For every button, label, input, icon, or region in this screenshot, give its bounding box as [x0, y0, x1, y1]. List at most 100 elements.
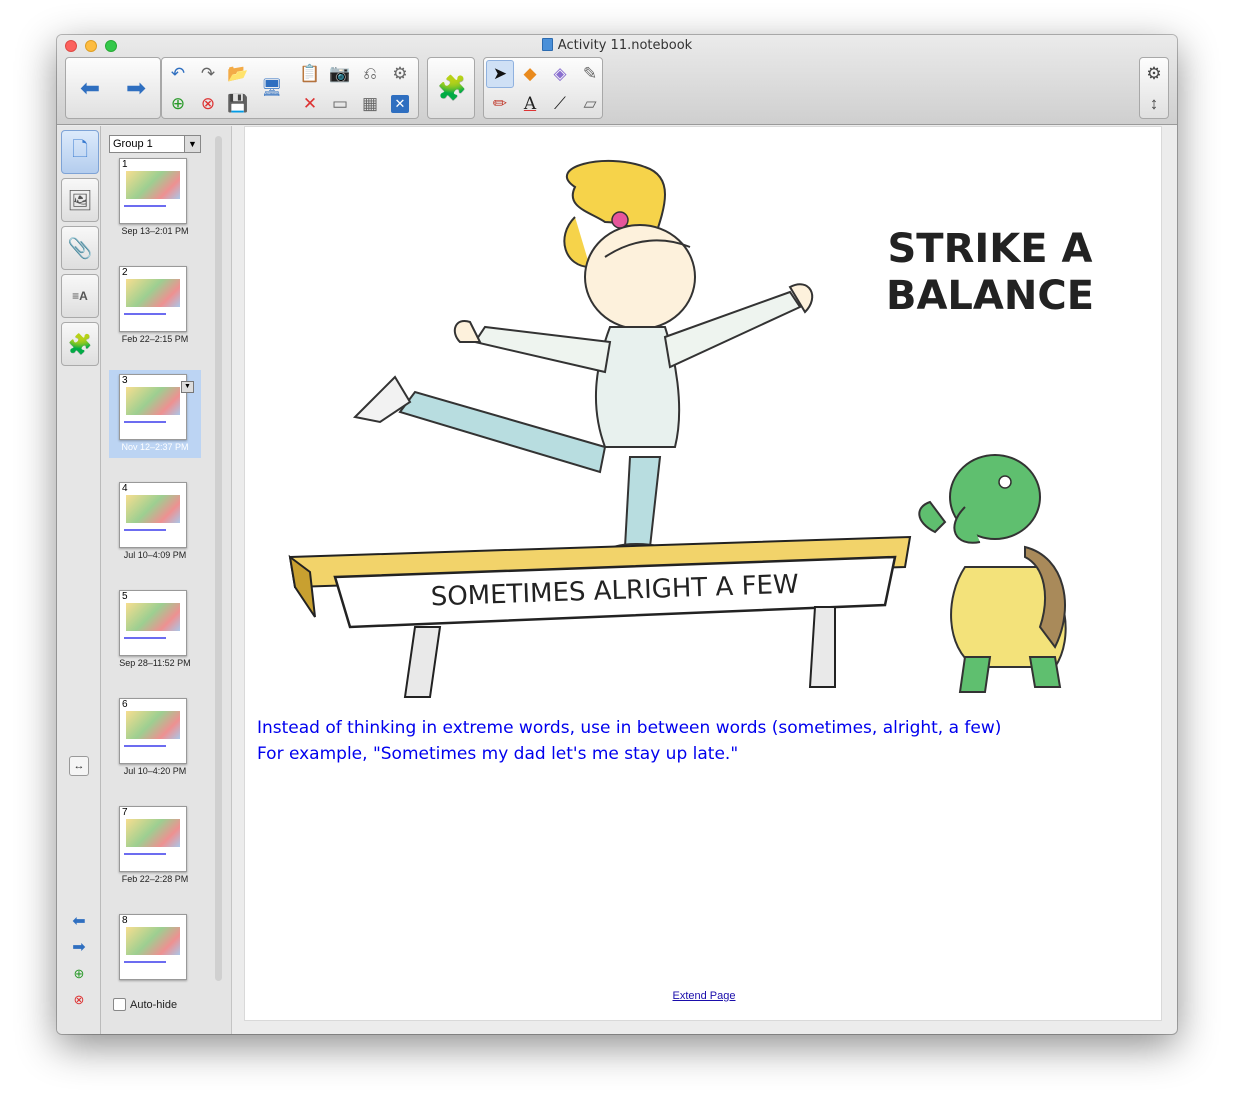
app-window: Activity 11.notebook ⬅ ➡ ↶ ↷ 📂 ⊕ ⊗ 💾 🖥 📋…	[57, 35, 1177, 1034]
page-thumbnail[interactable]: 3 ▼ Nov 12–2:37 PM	[109, 370, 201, 458]
page-number: 4	[122, 483, 128, 494]
tab-gallery[interactable]: 🖼	[61, 178, 99, 222]
screen-shade-icon: 🖥	[261, 78, 283, 97]
undo-icon: ↶	[170, 64, 186, 83]
thumbnail-text-line	[124, 745, 166, 747]
double-arrow-icon: ↔	[73, 760, 85, 772]
shapes-tool-button[interactable]: ◆	[516, 60, 544, 88]
gallery-icon: 🖼	[67, 189, 93, 212]
thumbnail-image: 6	[119, 698, 187, 764]
tab-properties[interactable]: ≡A	[61, 274, 99, 318]
eraser-fill-tool-button[interactable]: ◈	[546, 60, 574, 88]
sidebar-side-toggle-button[interactable]: ↔	[69, 756, 89, 776]
arrow-left-icon: ⬅	[79, 74, 101, 102]
puzzle-piece-icon: 🧩	[437, 74, 467, 102]
paste-button[interactable]: 📋	[296, 60, 324, 88]
table-button[interactable]: ▦	[356, 90, 384, 118]
body-line-2: For example, "Sometimes my dad let's me …	[257, 744, 739, 764]
page-thumbnail[interactable]: 5 Sep 28–11:52 PM	[109, 586, 201, 674]
close-tools-button[interactable]: ✕	[386, 90, 414, 118]
extend-page-link[interactable]: Extend Page	[245, 990, 1161, 1002]
page-number: 3	[122, 375, 128, 386]
arrow-right-icon: ➡	[72, 939, 86, 956]
thumbnail-text-line	[124, 853, 166, 855]
sidebar-delete-page-button[interactable]: ⊗	[69, 990, 89, 1010]
page-thumbnail[interactable]: 1 Sep 13–2:01 PM	[109, 154, 201, 242]
pens-tool-button[interactable]: ✏	[486, 90, 514, 118]
sidebar-tabs: 🗋 🖼 📎 ≡A 🧩 ↔ ⬅ ➡ ⊕ ⊗	[57, 126, 101, 1034]
tab-attachments[interactable]: 📎	[61, 226, 99, 270]
text-icon: A	[523, 94, 537, 114]
add-page-button[interactable]: ⊕	[164, 90, 192, 118]
sidebar-prev-page-button[interactable]: ⬅	[69, 912, 89, 932]
magic-pen-tool-button[interactable]: ✎	[576, 60, 604, 88]
previous-page-button[interactable]: ⬅	[68, 58, 112, 118]
eraser-fill-icon: ◈	[553, 64, 567, 83]
page-body-text: Instead of thinking in extreme words, us…	[257, 715, 1001, 767]
page-thumbnail[interactable]: 6 Jul 10–4:20 PM	[109, 694, 201, 782]
page-thumbnail[interactable]: 2 Feb 22–2:15 PM	[109, 262, 201, 350]
thumbnail-art	[126, 171, 180, 199]
save-button[interactable]: 💾	[224, 90, 252, 118]
addons-icon: 🧩	[67, 333, 93, 356]
open-button[interactable]: 📂	[224, 60, 252, 88]
select-pointer-icon: ➤	[492, 64, 508, 83]
titlebar: Activity 11.notebook ⬅ ➡ ↶ ↷ 📂 ⊕ ⊗ 💾 🖥 📋…	[57, 35, 1177, 125]
thumbnail-image: 3 ▼	[119, 374, 194, 440]
eraser-icon: ▱	[583, 94, 597, 113]
redo-button[interactable]: ↷	[194, 60, 222, 88]
thumbnail-image: 4	[119, 482, 187, 548]
save-icon: 💾	[227, 94, 249, 113]
page-number: 6	[122, 699, 128, 710]
toolbar-position-button[interactable]: ↕	[1140, 90, 1168, 118]
thumbnail-art	[126, 279, 180, 307]
settings-button[interactable]: ⚙	[1140, 60, 1168, 88]
page-number: 5	[122, 591, 128, 602]
screen-shade-button[interactable]: 🖥	[258, 74, 286, 102]
delete-page-icon: ⊗	[73, 992, 85, 1007]
delete-page-button[interactable]: ⊗	[194, 90, 222, 118]
page-menu-button[interactable]: ▼	[181, 381, 194, 393]
group-select[interactable]: Group 1 ▼	[109, 135, 201, 153]
toolbar-toggle-icon: ↕	[1149, 94, 1159, 113]
undo-button[interactable]: ↶	[164, 60, 192, 88]
sidebar-add-page-button[interactable]: ⊕	[69, 964, 89, 984]
sorter-scrollbar[interactable]	[215, 136, 222, 981]
screen-capture-button[interactable]: 📷	[326, 60, 354, 88]
thumbnail-text-line	[124, 961, 166, 963]
line-icon: ⟋	[554, 94, 566, 113]
toolbar-options-group: ⚙ ↕	[1139, 57, 1169, 119]
eraser-tool-button[interactable]: ▱	[576, 90, 604, 118]
auto-hide-checkbox[interactable]: Auto-hide	[113, 998, 177, 1011]
thumbnail-image: 1	[119, 158, 187, 224]
sidebar-next-page-button[interactable]: ➡	[69, 938, 89, 958]
page-number: 7	[122, 807, 128, 818]
select-tool-button[interactable]: ➤	[486, 60, 514, 88]
cartoon-title-line2: BALANCE	[886, 273, 1094, 319]
table-icon: ▦	[361, 94, 379, 113]
thumbnail-art	[126, 711, 180, 739]
clear-page-button[interactable]: ⎌	[356, 60, 384, 88]
pens-icon: ✏	[492, 94, 508, 113]
tools-button[interactable]: ⚙	[386, 60, 414, 88]
text-tool-button[interactable]: A	[516, 90, 544, 118]
page-thumbnail[interactable]: 7 Feb 22–2:28 PM	[109, 802, 201, 890]
redo-icon: ↷	[200, 64, 216, 83]
thumbnail-text-line	[124, 529, 166, 531]
tab-addons[interactable]: 🧩	[61, 322, 99, 366]
tab-page-sorter[interactable]: 🗋	[61, 130, 99, 174]
open-folder-icon: 📂	[227, 64, 249, 83]
addons-button[interactable]: 🧩	[430, 58, 474, 118]
page-canvas[interactable]: SOMETIMES ALRIGHT A FEW STRIKE A BALANCE…	[244, 126, 1162, 1021]
window-title-text: Activity 11.notebook	[557, 38, 693, 53]
next-page-button[interactable]: ➡	[114, 58, 158, 118]
delete-button[interactable]: ✕	[296, 90, 324, 118]
line-tool-button[interactable]: ⟋	[546, 90, 574, 118]
document-camera-button[interactable]: ▭	[326, 90, 354, 118]
thumbnail-art	[126, 603, 180, 631]
page-thumbnail[interactable]: 4 Jul 10–4:09 PM	[109, 478, 201, 566]
page-thumbnail[interactable]: 8	[109, 910, 201, 998]
tools-toolbar-group: ➤ ◆ ◈ ✎ ✏ A ⟋ ▱	[483, 57, 603, 119]
document-camera-icon: ▭	[331, 94, 349, 113]
page-date: Nov 12–2:37 PM	[121, 442, 189, 452]
